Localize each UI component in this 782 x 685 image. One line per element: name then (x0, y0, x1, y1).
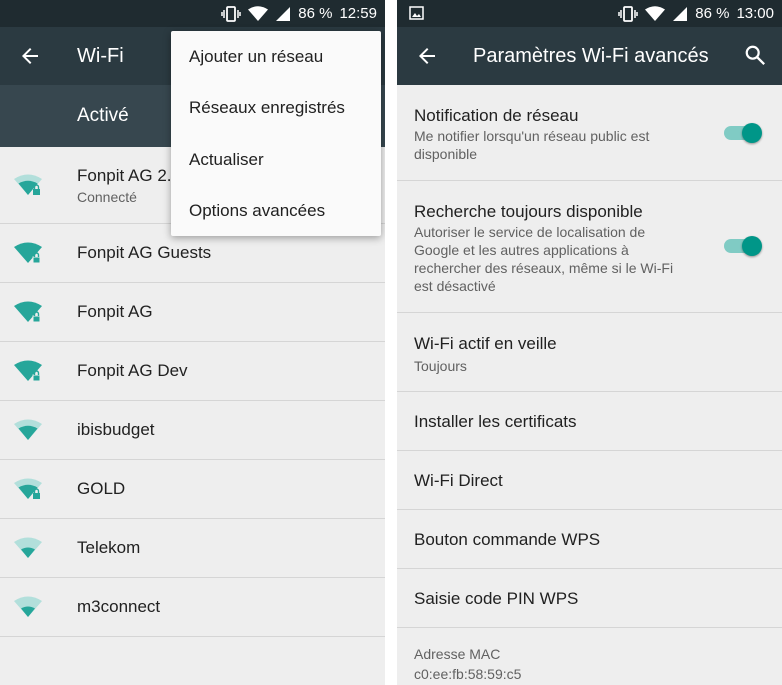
menu-item-refresh[interactable]: Actualiser (171, 134, 381, 185)
setting-wps-push-button[interactable]: Bouton commande WPS (397, 510, 782, 569)
page-title: Paramètres Wi-Fi avancés (473, 45, 709, 67)
notification-toggle[interactable] (724, 123, 762, 143)
status-bar: 86 % 12:59 (0, 0, 385, 27)
setting-summary: Me notifier lorsqu'un réseau public est … (414, 128, 650, 162)
page-title: Wi-Fi (77, 45, 124, 67)
mac-address-label: Adresse MAC (414, 646, 501, 662)
wifi-signal-medium-icon (14, 419, 42, 440)
network-row[interactable]: Fonpit AG Dev (0, 342, 385, 401)
wifi-state-label: Activé (77, 105, 129, 126)
back-arrow-icon[interactable] (415, 44, 439, 68)
battery-percent: 86 % (298, 5, 333, 22)
network-name: Fonpit AG Guests (77, 243, 212, 262)
overflow-menu: Ajouter un réseau Réseaux enregistrés Ac… (171, 31, 381, 236)
wifi-signal-full-locked-icon (14, 360, 42, 382)
network-row[interactable]: ibisbudget (0, 401, 385, 460)
setting-wifi-sleep[interactable]: Wi-Fi actif en veille Toujours (397, 313, 782, 392)
setting-title: Installer les certificats (414, 412, 577, 431)
wifi-status-icon (645, 5, 666, 21)
app-bar: Paramètres Wi-Fi avancés (397, 27, 782, 85)
setting-network-notification[interactable]: Notification de réseau Me notifier lorsq… (397, 85, 782, 181)
network-name: m3connect (77, 597, 161, 616)
network-name: GOLD (77, 479, 126, 498)
network-name: Fonpit AG (77, 302, 153, 321)
setting-title: Saisie code PIN WPS (414, 589, 579, 608)
clock: 13:00 (736, 5, 774, 22)
menu-item-advanced[interactable]: Options avancées (171, 185, 381, 236)
settings-list: Notification de réseau Me notifier lorsq… (397, 85, 782, 685)
wifi-signal-full-locked-icon (14, 242, 42, 264)
cell-signal-icon (276, 6, 291, 21)
setting-title: Wi-Fi actif en veille (414, 334, 557, 353)
setting-title: Bouton commande WPS (414, 530, 601, 549)
wifi-signal-medium-locked-icon (14, 174, 42, 195)
vibrate-icon (221, 5, 241, 22)
screenshot-notification-icon (409, 6, 424, 20)
battery-percent: 86 % (695, 5, 730, 22)
network-name: Fonpit AG 2. (77, 166, 172, 185)
wifi-signal-low-icon (14, 596, 42, 617)
network-status: Connecté (77, 189, 137, 205)
menu-item-add-network[interactable]: Ajouter un réseau (171, 31, 381, 82)
setting-summary: Toujours (414, 358, 467, 374)
setting-wps-pin-entry[interactable]: Saisie code PIN WPS (397, 569, 782, 628)
setting-scanning-always-available[interactable]: Recherche toujours disponible Autoriser … (397, 181, 782, 313)
network-name: Fonpit AG Dev (77, 361, 188, 380)
cell-signal-icon (673, 6, 688, 21)
wifi-signal-medium-locked-icon (14, 478, 42, 499)
menu-item-saved-networks[interactable]: Réseaux enregistrés (171, 82, 381, 133)
search-icon[interactable] (744, 44, 766, 66)
network-row[interactable]: m3connect (0, 578, 385, 637)
setting-title: Notification de réseau (414, 106, 579, 125)
scanning-toggle[interactable] (724, 236, 762, 256)
setting-wifi-direct[interactable]: Wi-Fi Direct (397, 451, 782, 510)
setting-title: Wi-Fi Direct (414, 471, 503, 490)
wifi-signal-full-locked-icon (14, 301, 42, 323)
vibrate-icon (618, 5, 638, 22)
network-row[interactable]: Fonpit AG (0, 283, 385, 342)
setting-title: Recherche toujours disponible (414, 202, 643, 221)
back-arrow-icon[interactable] (18, 44, 42, 68)
wifi-signal-low-icon (14, 537, 42, 558)
wifi-status-icon (248, 5, 269, 21)
clock: 12:59 (339, 5, 377, 22)
advanced-wifi-screen: 86 % 13:00 Paramètres Wi-Fi avancés Noti… (397, 0, 782, 685)
status-bar: 86 % 13:00 (397, 0, 782, 27)
setting-mac-address: Adresse MAC c0:ee:fb:58:59:c5 (397, 628, 782, 685)
network-name: Telekom (77, 538, 141, 557)
network-row[interactable]: GOLD (0, 460, 385, 519)
network-row[interactable]: Telekom (0, 519, 385, 578)
setting-summary: Autoriser le service de localisation de … (414, 224, 674, 294)
mac-address-value: c0:ee:fb:58:59:c5 (414, 666, 522, 682)
network-name: ibisbudget (77, 420, 155, 439)
wifi-screen: 86 % 12:59 Wi-Fi Activé Fonpit AG 2. Con… (0, 0, 385, 685)
setting-install-certificates[interactable]: Installer les certificats (397, 392, 782, 451)
